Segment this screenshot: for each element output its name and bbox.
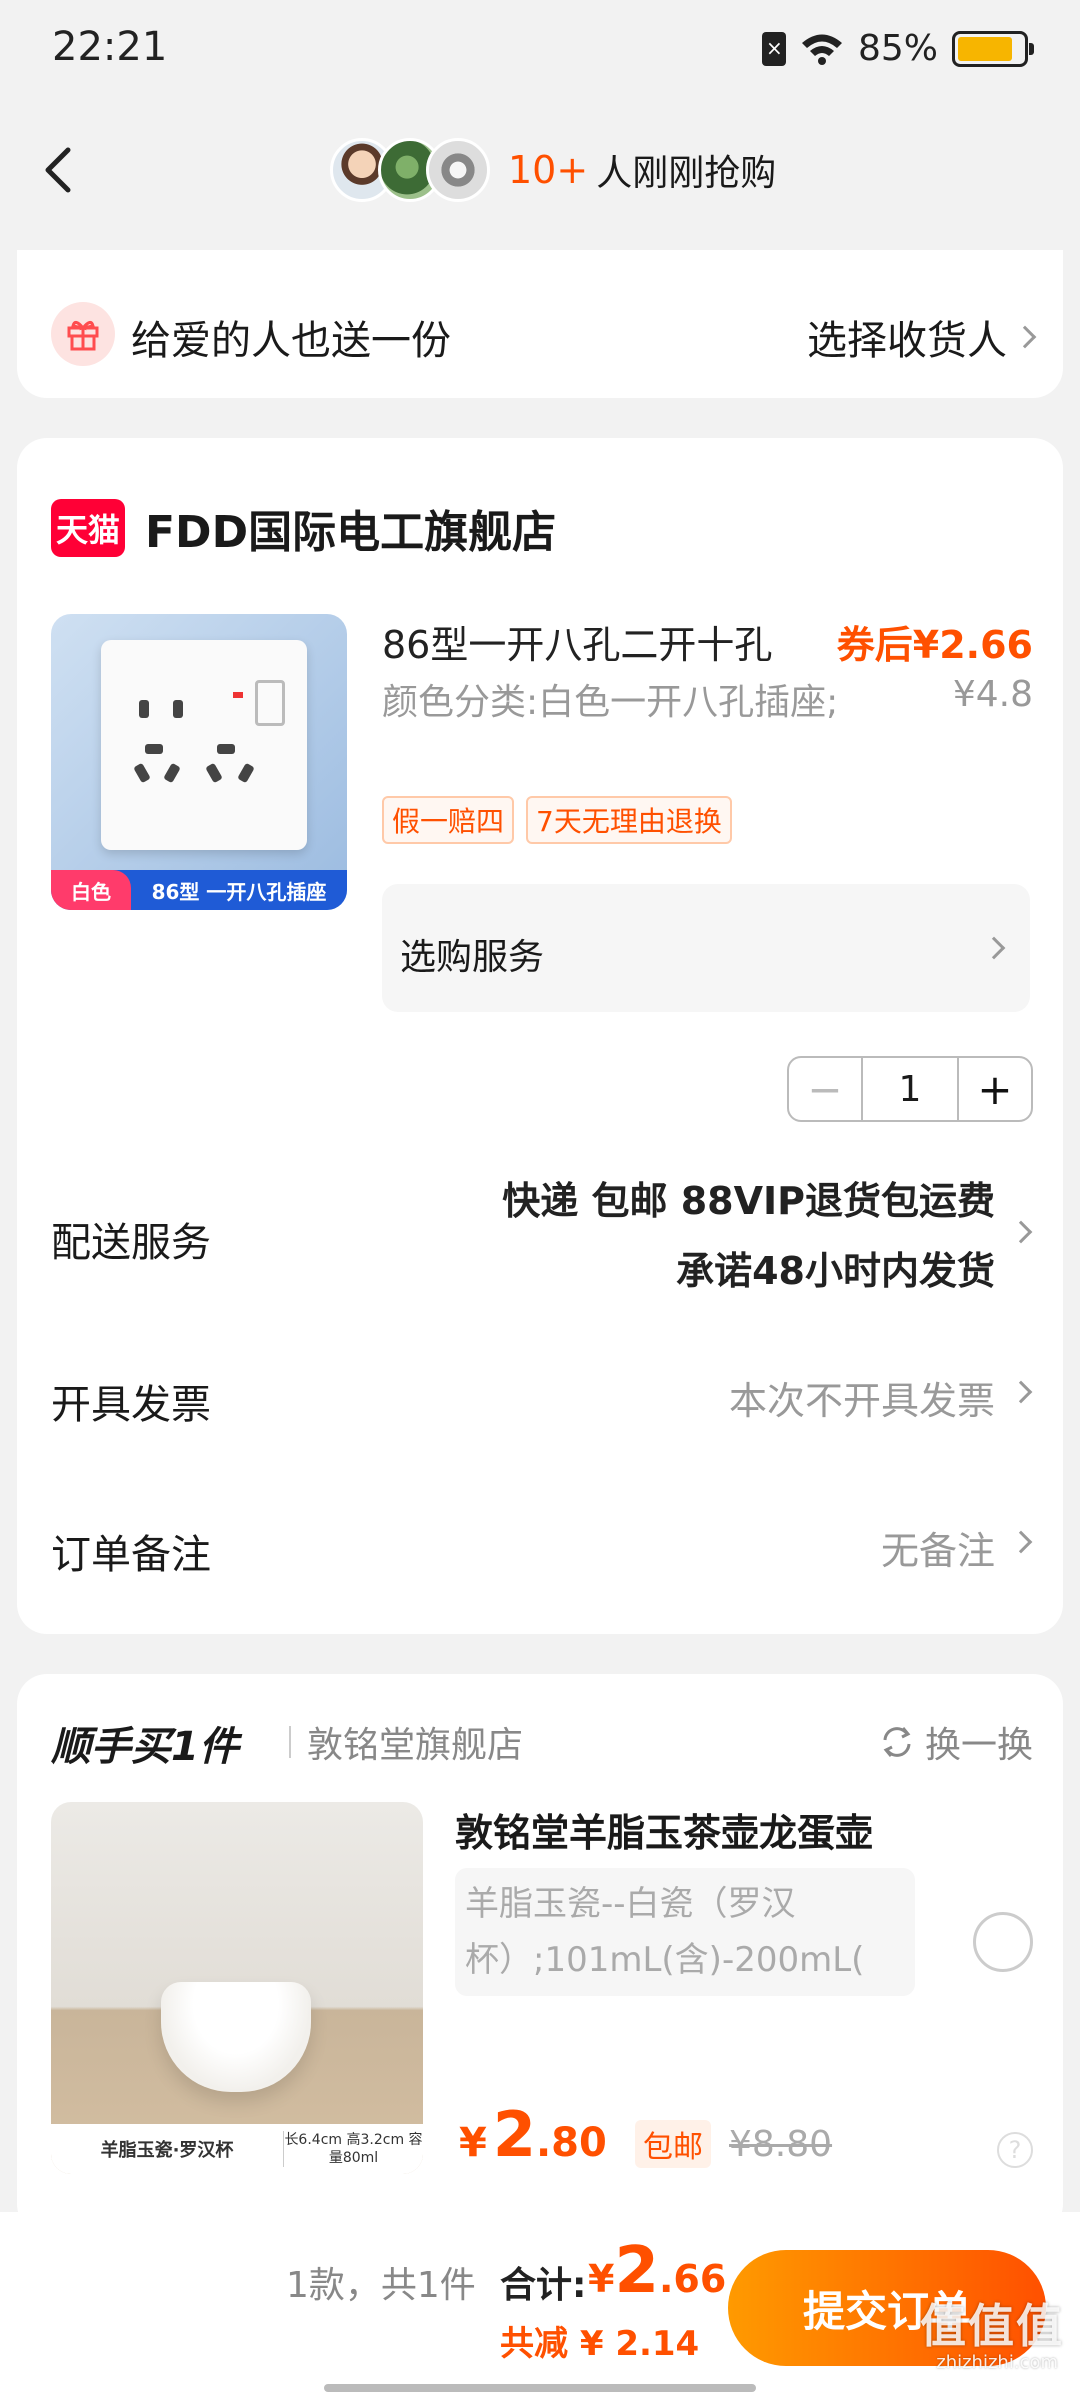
chevron-right-icon: [1013, 325, 1037, 349]
delivery-line-2: 承诺48小时内发货: [676, 1249, 995, 1293]
no-sim-icon: [761, 31, 786, 66]
swap-label: 换一换: [924, 1725, 1033, 1766]
addon-card: 顺手买1件 敦铭堂旗舰店 换一换 羊脂玉瓷·罗汉杯 长6.4cm 高3.2cm …: [17, 1674, 1063, 2234]
addon-price: ¥ 2 .80: [459, 2098, 607, 2171]
product-image-caption: 白色 86型 一开八孔插座: [51, 870, 347, 910]
product-spec[interactable]: 颜色分类:白色一开八孔插座;: [382, 674, 842, 732]
chevron-right-icon[interactable]: [1009, 1530, 1033, 1554]
addon-select-radio[interactable]: [973, 1912, 1033, 1972]
free-shipping-badge: 包邮: [635, 2120, 711, 2168]
tag-7day-return: 7天无理由退换: [526, 796, 732, 844]
refresh-icon: [883, 1727, 911, 1757]
delivery-value[interactable]: 快递 包邮 88VIP退货包运费 承诺48小时内发货: [502, 1166, 995, 1306]
original-price: ¥4.8: [952, 674, 1033, 715]
checkout-bar: 1款，共1件 合计: ¥ 2 .66 共减 ¥ 2.14 提交订单: [0, 2212, 1080, 2400]
invoice-value[interactable]: 本次不开具发票: [729, 1370, 995, 1425]
purchase-service-row[interactable]: 选购服务: [382, 884, 1030, 1012]
addon-product-name[interactable]: 敦铭堂羊脂玉茶壶龙蛋壶: [455, 1802, 873, 1857]
total-price: ¥ 2 .66: [588, 2234, 727, 2308]
product-title[interactable]: 86型一开八孔二开十孔: [382, 614, 772, 669]
invoice-label: 开具发票: [51, 1382, 211, 1428]
quantity-value[interactable]: 1: [861, 1058, 959, 1120]
coupon-price: 券后¥2.66: [836, 623, 1033, 667]
addon-shop-name[interactable]: 敦铭堂旗舰店: [307, 1716, 523, 1768]
discount-total[interactable]: 共减 ¥ 2.14: [500, 2316, 699, 2365]
item-count: 1款，共1件: [286, 2265, 476, 2306]
recent-buyers: 10+ 人刚刚抢购: [330, 138, 776, 202]
status-icons: 85%: [761, 28, 1034, 69]
increment-button[interactable]: +: [959, 1058, 1031, 1120]
gift-card[interactable]: 给爱的人也送一份 选择收货人: [17, 250, 1063, 398]
home-indicator[interactable]: [324, 2384, 756, 2392]
gift-text: 给爱的人也送一份: [131, 318, 451, 364]
quantity-stepper: − 1 +: [787, 1056, 1033, 1122]
buyer-avatars: [330, 138, 490, 202]
buyer-text: 人刚刚抢购: [596, 153, 777, 194]
product-image[interactable]: 白色 86型 一开八孔插座: [51, 614, 347, 910]
product-tags: 假一赔四 7天无理由退换: [382, 796, 732, 844]
order-note-label: 订单备注: [51, 1532, 211, 1578]
status-time: 22:21: [52, 24, 168, 70]
tmall-logo-icon: 天猫: [51, 499, 125, 557]
delivery-line-1: 快递 包邮 88VIP退货包运费: [502, 1179, 995, 1223]
watermark-logo: 值值值: [920, 2299, 1064, 2353]
chevron-right-icon[interactable]: [1009, 1380, 1033, 1404]
gift-icon: [51, 302, 115, 366]
status-bar: 22:21 85%: [0, 0, 1080, 100]
chevron-right-icon: [982, 936, 1006, 960]
addon-image-caption: 羊脂玉瓷·罗汉杯 长6.4cm 高3.2cm 容量80ml: [51, 2124, 423, 2174]
order-note-value[interactable]: 无备注: [881, 1520, 995, 1575]
chevron-right-icon[interactable]: [1009, 1220, 1033, 1244]
order-card: 天猫 FDD国际电工旗舰店 白色 86型 一开八孔插座 86型一开八孔二开十孔 …: [17, 438, 1063, 1634]
battery-icon: [952, 30, 1034, 67]
select-recipient-label: 选择收货人: [807, 318, 1007, 364]
addon-product-image[interactable]: 羊脂玉瓷·罗汉杯 长6.4cm 高3.2cm 容量80ml: [51, 1802, 423, 2174]
select-recipient-link[interactable]: 选择收货人: [807, 308, 1037, 366]
avatar: [426, 138, 490, 202]
help-icon[interactable]: ?: [997, 2132, 1033, 2168]
addon-original-price: ¥8.80: [729, 2124, 833, 2165]
socket-illustration: [101, 640, 307, 850]
decrement-button[interactable]: −: [789, 1058, 861, 1120]
divider: [289, 1726, 291, 1758]
addon-title: 顺手买1件: [51, 1724, 239, 1770]
purchase-service-label: 选购服务: [400, 937, 545, 978]
wifi-icon: [801, 34, 842, 65]
tag-fake-compensation: 假一赔四: [382, 796, 515, 844]
shop-name: FDD国际电工旗舰店: [145, 507, 557, 558]
battery-percent: 85%: [857, 28, 938, 69]
swap-button[interactable]: 换一换: [877, 1716, 1033, 1768]
watermark-url: zhizhizhi.com: [936, 2352, 1058, 2373]
battery-fill: [958, 36, 1013, 61]
addon-spec-selector[interactable]: 羊脂玉瓷--白瓷（罗汉杯）;101mL(含)-200mL(: [455, 1868, 915, 1996]
shop-header[interactable]: 天猫 FDD国际电工旗舰店: [51, 496, 556, 560]
top-nav: 10+ 人刚刚抢购: [0, 100, 1080, 250]
back-button[interactable]: [36, 140, 80, 200]
teacup-illustration: [161, 1982, 311, 2092]
total-label: 合计:: [500, 2265, 587, 2306]
buyer-count: 10+: [508, 148, 589, 192]
delivery-label: 配送服务: [51, 1220, 211, 1266]
